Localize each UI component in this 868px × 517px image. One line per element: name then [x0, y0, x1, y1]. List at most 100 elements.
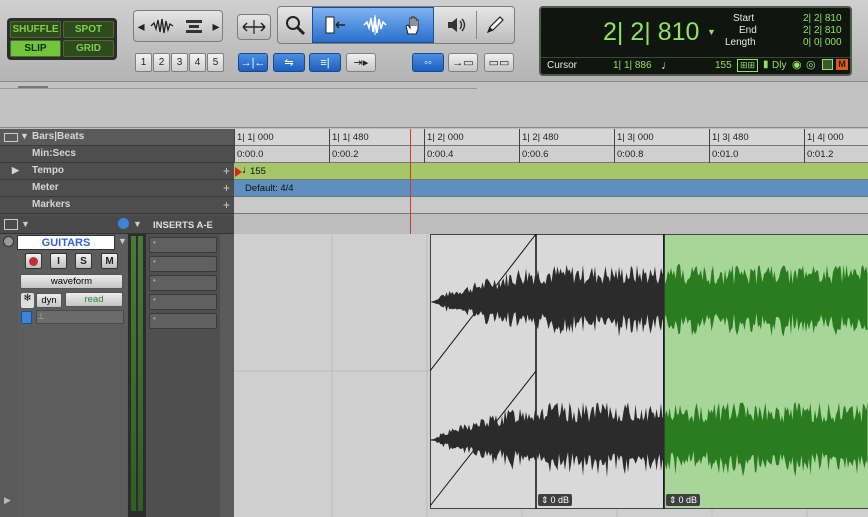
midi-input-icon[interactable]: ⊞⊞: [737, 59, 759, 72]
edit-window-view-button[interactable]: ▭▭: [484, 53, 514, 72]
midi-zoom-icon[interactable]: [179, 13, 209, 39]
slider-marker-icon: ⊥: [37, 311, 45, 321]
ruler-tick-line: [804, 146, 805, 163]
grid-mode-button[interactable]: GRID: [63, 40, 114, 57]
insert-slot-a[interactable]: •: [149, 237, 217, 253]
insert-slot-e[interactable]: •: [149, 313, 217, 329]
clip-gain-badge-1[interactable]: ⇕ 0 dB: [538, 494, 573, 506]
add-tempo-icon[interactable]: +: [223, 164, 230, 178]
track-view-selector[interactable]: waveform: [20, 274, 123, 289]
scrubber-tool-speaker-icon[interactable]: [440, 10, 474, 40]
track-collapse-arrow-icon[interactable]: ▶: [4, 495, 11, 506]
tempo-marker-icon[interactable]: [235, 167, 242, 177]
view-menu-arrow-icon[interactable]: ▼: [21, 219, 30, 229]
link-timeline-edit-selection-button[interactable]: ⇋: [273, 53, 305, 72]
tempo-ruler-value: 155: [250, 166, 266, 177]
voice-assignment-icon[interactable]: [21, 311, 32, 324]
solo-button[interactable]: S: [75, 253, 92, 269]
track-expand-icon[interactable]: [3, 236, 14, 247]
record-enable-button[interactable]: [25, 253, 42, 269]
start-value[interactable]: 2| 2| 810: [803, 13, 842, 24]
toolbar-empty-strip: [0, 82, 868, 128]
ruler-min-secs-label-row: Min:Secs: [0, 146, 234, 163]
tempo-ruler[interactable]: ♩ 155: [234, 163, 868, 180]
zoom-preset-1[interactable]: 1: [135, 53, 152, 72]
ruler-tick-line: [329, 129, 330, 146]
meter-label[interactable]: Meter: [32, 182, 59, 193]
zoom-out-arrow-icon[interactable]: ◂: [136, 17, 146, 35]
tempo-value: 155: [715, 60, 732, 71]
selector-tool-waveform-icon[interactable]: [358, 11, 392, 39]
online-icon[interactable]: ◉: [792, 58, 802, 71]
meter-ruler[interactable]: Default: 4/4: [234, 180, 868, 197]
markers-label[interactable]: Markers: [32, 199, 70, 210]
vertical-zoom-waveform-icon[interactable]: [147, 13, 177, 39]
add-marker-icon[interactable]: +: [223, 198, 230, 212]
automation-mode-value: read: [84, 294, 104, 305]
bars-beats-ruler[interactable]: 1| 1| 000 1| 1| 480 1| 2| 000 1| 2| 480 1| 3…: [234, 129, 868, 146]
insertion-follows-playback-button[interactable]: ◦◦: [412, 53, 444, 72]
clip-gain-badge-2[interactable]: ⇕ 0 dB: [666, 494, 701, 506]
metronome-toggle[interactable]: M: [836, 59, 848, 70]
bars-beats-label[interactable]: Bars|Beats: [32, 131, 84, 142]
dyn-button[interactable]: dyn: [36, 293, 62, 308]
counter-format-dropdown-icon[interactable]: ▼: [707, 27, 716, 37]
automation-mode-selector[interactable]: read: [65, 292, 123, 307]
zoom-preset-2[interactable]: 2: [153, 53, 170, 72]
min-secs-label[interactable]: Min:Secs: [32, 148, 76, 159]
pencil-tool-icon[interactable]: [478, 10, 512, 40]
record-mode-icon[interactable]: ◎: [806, 58, 816, 71]
grabber-tool-hand-icon[interactable]: [396, 11, 430, 39]
tab-to-transients-button[interactable]: →|←: [238, 53, 268, 72]
track-name-menu-arrow-icon[interactable]: ▼: [118, 236, 127, 246]
input-monitor-button[interactable]: I: [50, 253, 67, 269]
insert-slot-b[interactable]: •: [149, 256, 217, 272]
spot-mode-button[interactable]: SPOT: [63, 21, 114, 38]
length-value[interactable]: 0| 0| 000: [803, 37, 842, 48]
edit-view-selector-icon[interactable]: [4, 219, 18, 230]
mute-button[interactable]: M: [101, 253, 118, 269]
clip-gain-icon: ⇕: [669, 494, 677, 505]
markers-ruler[interactable]: [234, 197, 868, 214]
ruler-view-icon[interactable]: [4, 133, 18, 142]
dyn-link-icon[interactable]: ❄: [21, 293, 34, 308]
tempo-expand-icon[interactable]: ▶: [12, 165, 19, 176]
timebase-clock-icon[interactable]: [118, 218, 129, 229]
link-track-edit-selection-button[interactable]: ≡|: [309, 53, 341, 72]
shuffle-mode-button[interactable]: SHUFFLE: [10, 21, 61, 38]
tempo-label[interactable]: Tempo: [32, 165, 64, 176]
status-square-icon[interactable]: [822, 59, 833, 70]
zoomer-tool-magnifier-icon[interactable]: [280, 10, 310, 40]
zoom-toggle-button[interactable]: [237, 14, 271, 40]
tab-to-transient-button[interactable]: →▭: [448, 53, 478, 72]
ruler-tick-line: [519, 129, 520, 146]
zoom-preset-5[interactable]: 5: [207, 53, 224, 72]
zoom-preset-3[interactable]: 3: [171, 53, 188, 72]
strip-line: [0, 88, 477, 89]
edit-mode-selector: SHUFFLE SPOT SLIP GRID: [7, 18, 117, 60]
length-label: Length: [725, 37, 756, 48]
slip-mode-button[interactable]: SLIP: [10, 40, 61, 57]
mirrored-midi-editing-button[interactable]: ⇥▸: [346, 53, 376, 72]
trim-tool-icon[interactable]: [318, 11, 352, 39]
insert-slot-d[interactable]: •: [149, 294, 217, 310]
end-value[interactable]: 2| 2| 810: [803, 25, 842, 36]
track-view-value: waveform: [50, 276, 93, 287]
ruler-tick-line: [234, 129, 235, 146]
record-dot-icon: [29, 256, 38, 266]
add-meter-icon[interactable]: +: [223, 181, 230, 195]
delay-compensation-icon[interactable]: ▮: [763, 59, 769, 70]
meter-ruler-value[interactable]: Default: 4/4: [245, 183, 294, 194]
min-secs-ruler[interactable]: 0:00.0 0:00.2 0:00.4 0:00.6 0:00.8 0:01.0 0:01…: [234, 146, 868, 163]
ruler-tempo-label-row: ▶ Tempo +: [0, 163, 234, 180]
edit-canvas[interactable]: ⇕ 0 dB ⇕ 0 dB: [234, 234, 868, 517]
insert-slot-c[interactable]: •: [149, 275, 217, 291]
zoom-in-arrow-icon[interactable]: ▸: [211, 17, 221, 35]
track-volume-slider[interactable]: ⊥: [36, 310, 124, 324]
zoom-preset-4[interactable]: 4: [189, 53, 206, 72]
main-counter-value[interactable]: 2| 2| 810: [603, 18, 699, 47]
timebase-menu-arrow-icon[interactable]: ▼: [133, 219, 142, 229]
waveform-top-green: [665, 264, 868, 337]
track-name-field[interactable]: GUITARS: [17, 235, 115, 250]
ruler-menu-arrow-icon[interactable]: ▼: [20, 131, 29, 141]
